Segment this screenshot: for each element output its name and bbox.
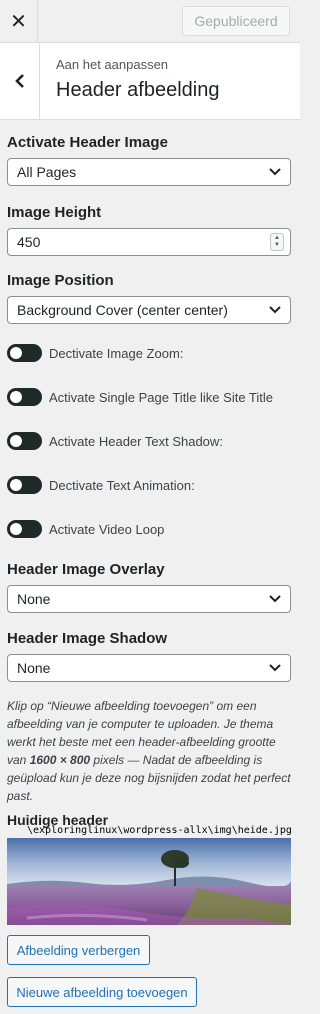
image-height-input[interactable]: 450 ▲ ▼ <box>7 228 291 256</box>
back-button[interactable] <box>0 43 40 119</box>
close-icon[interactable]: ✕ <box>0 0 38 42</box>
chevron-left-icon <box>14 74 24 88</box>
toggle-row-video-loop[interactable]: Activate Video Loop <box>7 519 164 539</box>
upload-instructions: Klip op “Nieuwe afbeelding toevoegen” om… <box>7 697 294 805</box>
header-image-shadow-select[interactable]: None <box>7 654 291 682</box>
toggle-switch[interactable] <box>7 476 42 494</box>
add-new-image-button[interactable]: Nieuwe afbeelding toevoegen <box>7 977 197 1007</box>
chevron-down-icon <box>269 168 281 176</box>
chevron-down-icon <box>269 664 281 672</box>
section-header: Aan het aanpassen Header afbeelding <box>0 43 300 120</box>
hide-image-button[interactable]: Afbeelding verbergen <box>7 935 150 965</box>
header-image-overlay-label: Header Image Overlay <box>7 561 165 578</box>
image-height-label: Image Height <box>7 204 102 221</box>
toggle-label: Activate Header Text Shadow: <box>49 433 223 449</box>
toggle-label: Dectivate Image Zoom: <box>49 345 184 361</box>
header-image-shadow-label: Header Image Shadow <box>7 630 168 647</box>
select-value: None <box>17 591 51 607</box>
customizer-top-bar: ✕ Gepubliceerd <box>0 0 300 43</box>
activate-header-image-select[interactable]: All Pages <box>7 158 291 186</box>
chevron-down-icon <box>269 306 281 314</box>
toggle-switch[interactable] <box>7 344 42 362</box>
input-value: 450 <box>17 234 41 250</box>
select-value: All Pages <box>17 164 77 180</box>
toggle-switch[interactable] <box>7 520 42 538</box>
select-value: None <box>17 660 51 676</box>
chevron-down-icon <box>269 595 281 603</box>
select-value: Background Cover (center center) <box>17 302 228 318</box>
activate-header-image-label: Activate Header Image <box>7 134 168 151</box>
image-position-label: Image Position <box>7 272 114 289</box>
header-image-overlay-select[interactable]: None <box>7 585 291 613</box>
number-spinner[interactable]: ▲ ▼ <box>270 233 284 251</box>
current-header-image <box>7 838 291 925</box>
publish-button[interactable]: Gepubliceerd <box>182 6 290 36</box>
toggle-row-image-zoom[interactable]: Dectivate Image Zoom: <box>7 343 183 363</box>
toggle-switch[interactable] <box>7 388 42 406</box>
toggle-row-text-animation[interactable]: Dectivate Text Animation: <box>7 475 195 495</box>
image-path: \exploringlinux\wordpress-allx\img\heide… <box>27 825 292 836</box>
spin-down-icon[interactable]: ▼ <box>274 242 280 249</box>
toggle-row-text-shadow[interactable]: Activate Header Text Shadow: <box>7 431 223 451</box>
breadcrumb: Aan het aanpassen <box>56 57 169 72</box>
toggle-label: Dectivate Text Animation: <box>49 477 195 493</box>
image-position-select[interactable]: Background Cover (center center) <box>7 296 291 324</box>
toggle-row-single-page-title[interactable]: Activate Single Page Title like Site Tit… <box>7 387 273 407</box>
toggle-switch[interactable] <box>7 432 42 450</box>
toggle-label: Activate Single Page Title like Site Tit… <box>49 389 274 405</box>
spin-up-icon[interactable]: ▲ <box>274 235 280 242</box>
section-title: Header afbeelding <box>56 79 220 101</box>
recommended-size: 1600 × 800 <box>29 753 91 767</box>
toggle-label: Activate Video Loop <box>49 521 165 537</box>
